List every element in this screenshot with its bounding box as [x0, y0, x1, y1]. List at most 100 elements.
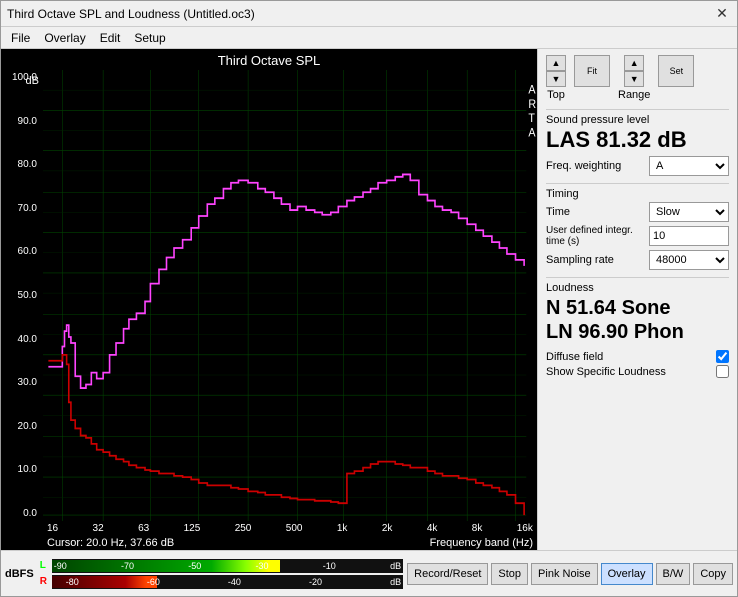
loudness-section-label: Loudness	[546, 282, 729, 294]
menu-setup[interactable]: Setup	[128, 29, 171, 47]
menu-file[interactable]: File	[5, 29, 36, 47]
diffuse-field-row: Diffuse field	[546, 350, 729, 363]
svg-text:A: A	[528, 127, 536, 140]
timing-section-label: Timing	[546, 188, 729, 200]
y-tick-10: 10.0	[12, 464, 37, 475]
range-label: Range	[618, 89, 650, 101]
x-tick-1k: 1k	[337, 523, 348, 534]
timing-section: Timing Time Slow Fast User defined integ…	[546, 183, 729, 273]
menu-edit[interactable]: Edit	[94, 29, 127, 47]
diffuse-field-label: Diffuse field	[546, 351, 603, 363]
menu-overlay[interactable]: Overlay	[38, 29, 91, 47]
bw-button[interactable]: B/W	[656, 563, 691, 585]
l-meter-green	[52, 560, 280, 572]
stop-button[interactable]: Stop	[491, 563, 528, 585]
range-nav-group: ▲ ▼ Range	[618, 55, 650, 101]
show-specific-checkbox[interactable]	[716, 365, 729, 378]
bottom-buttons: Record/Reset Stop Pink Noise Overlay B/W…	[407, 563, 733, 585]
level-meters: L -90 -70 -50 -30 -10 dB R	[40, 559, 403, 589]
close-button[interactable]: ✕	[713, 5, 731, 23]
user-defined-label: User defined integr. time (s)	[546, 225, 636, 247]
fit-button[interactable]: Fit	[574, 55, 610, 87]
y-tick-90: 90.0	[12, 116, 37, 127]
user-defined-row: User defined integr. time (s)	[546, 225, 729, 247]
show-specific-row: Show Specific Loudness	[546, 365, 729, 378]
x-tick-16k: 16k	[517, 523, 533, 534]
diffuse-field-checkbox[interactable]	[716, 350, 729, 363]
l-meter-row: L -90 -70 -50 -30 -10 dB	[40, 559, 403, 573]
y-tick-30: 30.0	[12, 377, 37, 388]
svg-text:T: T	[528, 113, 535, 126]
sampling-rate-select[interactable]: 48000 44100	[649, 250, 729, 270]
y-tick-70: 70.0	[12, 203, 37, 214]
top-nav-group: ▲ ▼ Top	[546, 55, 566, 101]
y-tick-80: 80.0	[12, 159, 37, 170]
time-select[interactable]: Slow Fast	[649, 202, 729, 222]
freq-weighting-select[interactable]: A C Z	[649, 156, 729, 176]
sampling-rate-label: Sampling rate	[546, 254, 614, 266]
loudness-ln-value: LN 96.90 Phon	[546, 320, 729, 344]
title-bar: Third Octave SPL and Loudness (Untitled.…	[1, 1, 737, 27]
pink-noise-button[interactable]: Pink Noise	[531, 563, 598, 585]
loudness-n-value: N 51.64 Sone	[546, 296, 729, 320]
y-tick-60: 60.0	[12, 246, 37, 257]
x-tick-250: 250	[235, 523, 252, 534]
x-axis-area: 16 32 63 125 250 500 1k 2k 4k 8k 16k Cur…	[1, 521, 537, 550]
r-meter-row: R -80 -60 -40 -20 dB	[40, 575, 403, 589]
overlay-button[interactable]: Overlay	[601, 563, 653, 585]
time-label: Time	[546, 206, 570, 218]
x-tick-16: 16	[47, 523, 58, 534]
right-panel: ▲ ▼ Top Fit ▲ ▼ Range Set	[537, 49, 737, 550]
x-tick-32: 32	[93, 523, 104, 534]
chart-with-axis: dB 100.0 90.0 80.0 70.0 60.0 50.0 40.0 3…	[1, 70, 537, 521]
show-specific-label: Show Specific Loudness	[546, 366, 666, 378]
dbfs-label: dBFS	[5, 568, 34, 580]
l-meter-bar: -90 -70 -50 -30 -10 dB	[52, 559, 403, 573]
y-axis: dB 100.0 90.0 80.0 70.0 60.0 50.0 40.0 3…	[1, 70, 43, 521]
spl-section-label: Sound pressure level	[546, 114, 729, 126]
x-tick-63: 63	[138, 523, 149, 534]
fit-nav-group: Fit	[574, 55, 610, 101]
r-meter-bar: -80 -60 -40 -20 dB	[52, 575, 403, 589]
x-tick-500: 500	[286, 523, 303, 534]
loudness-section: Loudness N 51.64 Sone LN 96.90 Phon Diff…	[546, 277, 729, 380]
x-tick-4k: 4k	[427, 523, 438, 534]
range-btn-pair: ▲ ▼	[624, 55, 644, 87]
set-nav-group: Set	[658, 55, 694, 101]
user-defined-input[interactable]	[649, 226, 729, 246]
chart-title: Third Octave SPL	[1, 49, 537, 70]
x-tick-2k: 2k	[382, 523, 393, 534]
bottom-bar: dBFS L -90 -70 -50 -30 -10 dB	[1, 550, 737, 596]
range-down-button[interactable]: ▼	[624, 71, 644, 87]
set-button[interactable]: Set	[658, 55, 694, 87]
x-tick-125: 125	[184, 523, 201, 534]
nav-controls: ▲ ▼ Top Fit ▲ ▼ Range Set	[546, 55, 729, 101]
y-tick-50: 50.0	[12, 290, 37, 301]
range-up-button[interactable]: ▲	[624, 55, 644, 71]
spl-value: LAS 81.32 dB	[546, 128, 729, 152]
chart-canvas: A R T A	[43, 70, 537, 521]
top-down-button[interactable]: ▼	[546, 71, 566, 87]
main-content: Third Octave SPL dB 100.0 90.0 80.0 70.0…	[1, 49, 737, 550]
svg-text:A: A	[528, 84, 536, 97]
y-tick-20: 20.0	[12, 421, 37, 432]
window-title: Third Octave SPL and Loudness (Untitled.…	[7, 7, 255, 21]
record-reset-button[interactable]: Record/Reset	[407, 563, 488, 585]
top-up-button[interactable]: ▲	[546, 55, 566, 71]
sampling-rate-row: Sampling rate 48000 44100	[546, 250, 729, 270]
y-tick-0: 0.0	[12, 508, 37, 519]
y-axis-ticks: 100.0 90.0 80.0 70.0 60.0 50.0 40.0 30.0…	[12, 70, 41, 521]
top-btn-pair: ▲ ▼	[546, 55, 566, 87]
main-window: Third Octave SPL and Loudness (Untitled.…	[0, 0, 738, 597]
chart-svg: A R T A	[43, 70, 537, 521]
x-axis-ticks: 16 32 63 125 250 500 1k 2k 4k 8k 16k	[43, 521, 537, 536]
x-axis-info: Cursor: 20.0 Hz, 37.66 dB Frequency band…	[43, 536, 537, 550]
l-channel-label: L	[40, 560, 50, 571]
freq-band-label: Frequency band (Hz)	[430, 537, 533, 549]
freq-weighting-label: Freq. weighting	[546, 160, 621, 172]
r-meter-green	[52, 576, 157, 588]
r-channel-label: R	[40, 576, 50, 587]
copy-button[interactable]: Copy	[693, 563, 733, 585]
y-axis-label: dB	[26, 75, 39, 87]
time-row: Time Slow Fast	[546, 202, 729, 222]
